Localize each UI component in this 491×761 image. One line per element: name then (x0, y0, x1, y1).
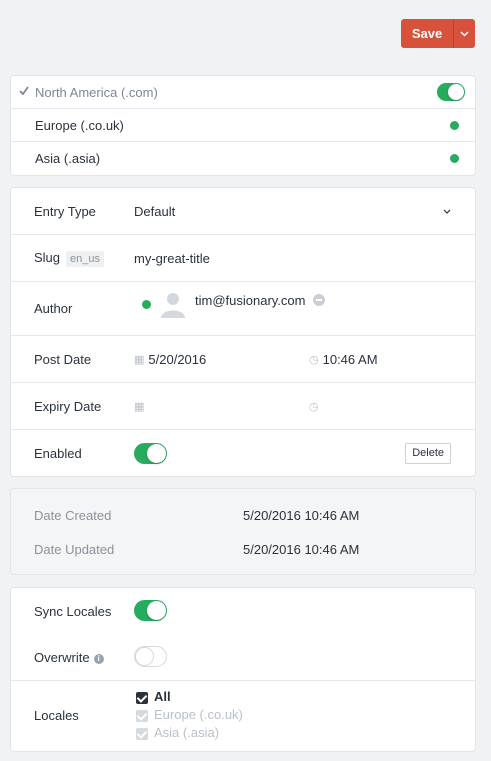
toggle-knob (147, 601, 166, 620)
locale-option-all[interactable]: All (136, 688, 243, 706)
toggle-knob (135, 647, 154, 666)
entry-type-row: Entry Type Default (11, 188, 475, 235)
locale-label: Asia (.asia) (35, 151, 101, 166)
slug-label-group: Slug en_us (34, 249, 105, 267)
locale-option-label: All (154, 689, 171, 704)
expiry-time-input[interactable]: ◷ (309, 400, 323, 413)
locale-label: Europe (.co.uk) (35, 117, 124, 133)
author-field[interactable]: tim@fusionary.com (142, 288, 326, 320)
post-date-row: Post Date ▦ 5/20/2016 ◷ 10:46 AM (11, 336, 475, 383)
slug-label: Slug (34, 249, 61, 265)
author-row: Author tim@fusionary.com (11, 282, 475, 336)
locale-item-asia[interactable]: Asia (.asia) (11, 142, 475, 175)
user-icon (161, 293, 185, 318)
status-dot (450, 154, 459, 163)
sync-locales-toggle[interactable] (134, 600, 167, 621)
save-button[interactable]: Save (401, 19, 453, 48)
remove-icon[interactable] (313, 294, 326, 306)
post-time-value: 10:46 AM (322, 351, 378, 367)
clock-icon: ◷ (309, 353, 319, 366)
check-icon (19, 86, 29, 95)
checkbox-icon (136, 691, 148, 704)
locale-switcher: North America (.com) Europe (.co.uk) Asi… (10, 75, 476, 176)
locales-label: Locales (34, 708, 79, 723)
entry-type-select[interactable]: Default (134, 204, 175, 219)
dates-info-pane: Date Created 5/20/2016 10:46 AM Date Upd… (10, 488, 476, 575)
sync-locales-pane: Sync Locales Overwrite i Locales All Euro… (10, 587, 476, 752)
entry-type-label: Entry Type (34, 203, 96, 219)
calendar-icon: ▦ (134, 400, 145, 413)
save-menu-button[interactable] (453, 19, 475, 48)
overwrite-label-group: Overwrite i (34, 650, 104, 665)
locale-label: North America (.com) (35, 84, 158, 100)
overwrite-label: Overwrite (34, 650, 90, 665)
enabled-label: Enabled (34, 445, 82, 461)
post-date-input[interactable]: ▦ 5/20/2016 (134, 352, 206, 367)
save-button-group: Save (401, 19, 475, 48)
locale-option-label: Asia (.asia) (154, 725, 220, 740)
delete-button[interactable]: Delete (405, 442, 451, 464)
info-icon[interactable]: i (93, 653, 104, 664)
checkbox-icon (136, 727, 148, 740)
enabled-toggle-wrap (134, 442, 167, 464)
enabled-toggle[interactable] (134, 442, 167, 464)
date-updated-value: 5/20/2016 10:46 AM (243, 542, 360, 557)
locale-option-asia: Asia (.asia) (136, 724, 243, 742)
chevron-down-icon (443, 209, 451, 214)
avatar (157, 288, 189, 320)
date-created-value: 5/20/2016 10:46 AM (243, 508, 360, 523)
expiry-date-label: Expiry Date (34, 398, 102, 414)
sync-toggles-group: Sync Locales Overwrite i (11, 588, 475, 681)
date-updated-label: Date Updated (34, 542, 115, 557)
status-dot (450, 120, 459, 130)
locales-row: Locales All Europe (.co.uk) Asia (.asia) (11, 681, 475, 751)
enabled-row: Enabled Delete (11, 430, 475, 476)
locales-checklist: All Europe (.co.uk) Asia (.asia) (136, 688, 243, 742)
entry-meta-pane: Entry Type Default Slug en_us my-great-ti… (10, 187, 476, 477)
toggle-knob (147, 443, 166, 463)
chevron-down-icon (460, 30, 469, 37)
post-date-label: Post Date (34, 351, 92, 367)
date-created-label: Date Created (34, 508, 112, 523)
locale-item-europe[interactable]: Europe (.co.uk) (11, 109, 475, 142)
slug-value: my-great-title (134, 250, 210, 266)
locale-option-label: Europe (.co.uk) (154, 707, 243, 722)
post-date-value: 5/20/2016 (148, 351, 207, 367)
date-created-row: Date Created 5/20/2016 10:46 AM (11, 498, 475, 532)
entry-type-value: Default (134, 203, 176, 219)
overwrite-toggle[interactable] (134, 646, 167, 667)
status-dot (142, 299, 151, 309)
slug-locale-badge: en_us (66, 250, 105, 267)
slug-input[interactable]: my-great-title (134, 251, 210, 266)
author-label: Author (34, 301, 73, 316)
sync-locales-label: Sync Locales (34, 604, 112, 619)
date-updated-row: Date Updated 5/20/2016 10:46 AM (11, 532, 475, 566)
locale-option-europe: Europe (.co.uk) (136, 706, 243, 724)
calendar-icon: ▦ (134, 353, 145, 366)
locale-item-north-america[interactable]: North America (.com) (11, 76, 475, 109)
author-email: tim@fusionary.com (195, 293, 306, 308)
clock-icon: ◷ (309, 400, 319, 413)
expiry-date-input[interactable]: ▦ (134, 400, 148, 413)
slug-row: Slug en_us my-great-title (11, 235, 475, 282)
expiry-date-row: Expiry Date ▦ ◷ (11, 383, 475, 430)
checkbox-icon (136, 709, 148, 722)
toggle-knob (448, 84, 464, 100)
post-time-input[interactable]: ◷ 10:46 AM (309, 352, 378, 367)
locale-enabled-toggle[interactable] (437, 83, 465, 101)
